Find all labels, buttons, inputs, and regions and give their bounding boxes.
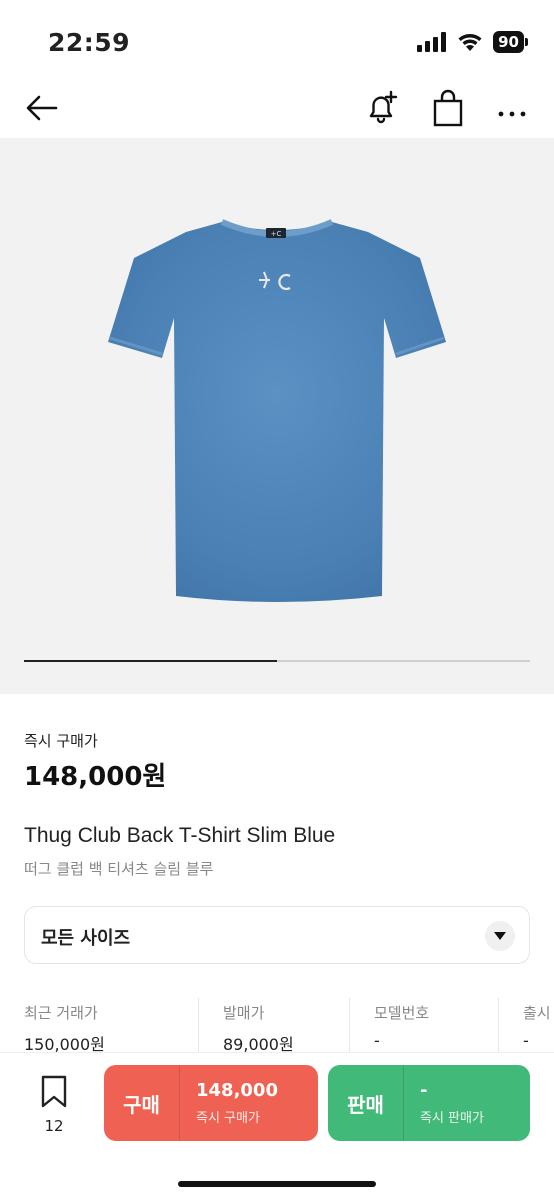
bottom-action-bar: 12 구매 148,000 즉시 구매가 판매 - 즉시 판매가 (0, 1052, 554, 1200)
sell-label: 판매 (328, 1065, 404, 1141)
buy-sub-label: 즉시 구매가 (196, 1111, 260, 1126)
info-label: 발매가 (223, 1004, 265, 1022)
product-info-row: 최근 거래가 150,000원 발매가 89,000원 모델번호 - 출시 - (24, 998, 554, 1054)
info-label: 최근 거래가 (24, 1004, 98, 1022)
home-indicator[interactable] (178, 1181, 376, 1187)
info-label: 출시 (523, 1004, 551, 1022)
info-release-date: 출시 - (498, 998, 551, 1052)
back-arrow-icon[interactable] (24, 90, 60, 126)
shopping-bag-icon[interactable] (430, 88, 466, 128)
status-bar: 22:59 90 (0, 0, 554, 80)
buy-label: 구매 (104, 1065, 180, 1141)
info-value: - (374, 1031, 380, 1050)
wifi-icon (458, 34, 482, 51)
price-label: 즉시 구매가 (24, 732, 98, 750)
more-icon[interactable] (494, 88, 530, 128)
sell-sub-label: 즉시 판매가 (420, 1111, 484, 1126)
product-image[interactable]: +C (0, 138, 554, 694)
bell-add-icon[interactable] (364, 88, 400, 128)
battery-icon: 90 (493, 31, 528, 53)
info-release-price: 발매가 89,000원 (198, 998, 294, 1054)
wishlist-button[interactable]: 12 (36, 1075, 72, 1139)
sell-price: - (420, 1080, 428, 1101)
bookmark-icon (41, 1075, 67, 1108)
status-icons: 90 (417, 31, 528, 53)
price-value: 148,000원 (24, 762, 167, 792)
info-value: - (523, 1031, 529, 1050)
gallery-progress-fill (24, 660, 277, 662)
size-select[interactable]: 모든 사이즈 (24, 906, 530, 964)
tshirt-image: +C (108, 219, 446, 602)
buy-button[interactable]: 구매 148,000 즉시 구매가 (104, 1065, 318, 1141)
nav-bar (0, 80, 554, 138)
product-name-ko: 떠그 클럽 백 티셔츠 슬림 블루 (24, 860, 214, 878)
gallery-progress-bar (24, 660, 530, 662)
svg-text:+C: +C (271, 230, 282, 238)
product-name-en: Thug Club Back T-Shirt Slim Blue (24, 824, 336, 847)
size-select-value: 모든 사이즈 (41, 928, 131, 949)
info-model-number: 모델번호 - (349, 998, 429, 1052)
buy-price: 148,000 (196, 1080, 278, 1101)
chevron-down-icon (485, 921, 515, 951)
status-time: 22:59 (48, 28, 131, 57)
info-recent-price: 최근 거래가 150,000원 (24, 998, 105, 1054)
wishlist-count: 12 (44, 1117, 64, 1135)
sell-button[interactable]: 판매 - 즉시 판매가 (328, 1065, 530, 1141)
info-label: 모델번호 (374, 1004, 430, 1022)
signal-icon (417, 32, 447, 52)
